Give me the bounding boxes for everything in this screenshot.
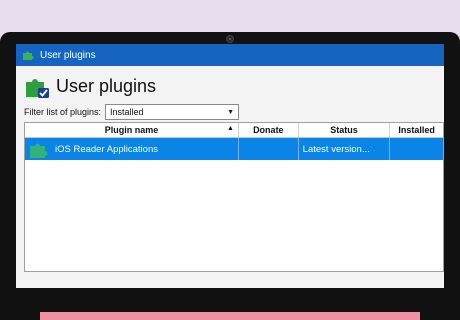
page-title: User plugins — [56, 75, 157, 96]
puzzle-icon — [30, 143, 48, 158]
filter-select[interactable]: Installed ▼ — [105, 104, 240, 120]
filter-label: Filter list of plugins: — [24, 107, 102, 117]
status-cell: Latest version... — [299, 138, 391, 160]
plugin-name: iOS Reader Applications — [55, 143, 158, 155]
column-header-status[interactable]: Status — [299, 123, 391, 137]
webcam — [226, 35, 234, 43]
plugin-name-cell: iOS Reader Applications — [25, 138, 239, 160]
table-row[interactable]: iOS Reader Applications Latest version..… — [25, 138, 443, 160]
column-header-donate[interactable]: Donate — [239, 123, 299, 137]
installed-cell — [390, 138, 443, 160]
plugins-table: Plugin name ▲ Donate Status Installed iO… — [24, 122, 444, 272]
filter-selected-value: Installed — [110, 107, 144, 117]
sort-ascending-icon: ▲ — [227, 125, 234, 132]
table-header: Plugin name ▲ Donate Status Installed — [25, 123, 443, 138]
window-titlebar[interactable]: User plugins — [16, 44, 444, 66]
column-header-plugin-name[interactable]: Plugin name ▲ — [25, 123, 239, 137]
laptop-base-strip — [40, 312, 420, 320]
donate-cell — [239, 138, 299, 160]
page-heading: User plugins — [24, 72, 436, 100]
app-window: User plugins User plugins Filter list of… — [16, 44, 444, 288]
puzzle-check-icon — [26, 79, 49, 98]
filter-row: Filter list of plugins: Installed ▼ — [24, 104, 436, 120]
chevron-down-icon: ▼ — [227, 108, 235, 116]
window-title: User plugins — [40, 49, 96, 61]
column-header-installed[interactable]: Installed — [390, 123, 443, 137]
puzzle-icon — [23, 51, 34, 60]
